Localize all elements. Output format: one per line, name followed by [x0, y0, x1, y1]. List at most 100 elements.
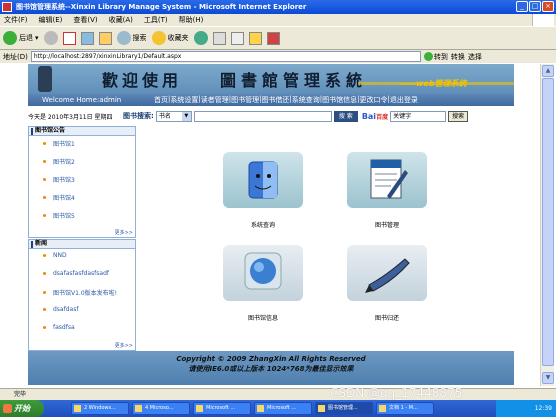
toolbar: 后退 ▾ 搜索 收藏夹 — [0, 26, 556, 50]
nav-settings[interactable]: 系统设置 — [170, 95, 198, 105]
baidu-search-input[interactable]: 关键字 — [390, 110, 447, 122]
windows-logo-icon — [532, 14, 554, 26]
list-item[interactable]: dsafasfasfdasfsadf — [43, 270, 109, 277]
stop-icon[interactable] — [62, 31, 76, 45]
menu-file[interactable]: 文件(F) — [4, 15, 28, 25]
scroll-down-icon[interactable]: ▼ — [542, 372, 554, 384]
taskbar-item[interactable]: Microsoft ... — [254, 402, 312, 415]
back-button[interactable]: 后退 ▾ — [3, 31, 39, 45]
nav-readers[interactable]: 读者管理 — [201, 95, 229, 105]
news-more-link[interactable]: 更多>> — [115, 342, 133, 349]
book-return-tile[interactable] — [347, 245, 427, 301]
favorites-label: 收藏夹 — [167, 34, 189, 42]
go-arrow-icon — [423, 52, 433, 61]
nav-logout[interactable]: 退出登录 — [390, 95, 418, 105]
status-bar: 完毕 — [0, 388, 556, 400]
folder-icon[interactable] — [248, 31, 262, 45]
close-button[interactable]: × — [542, 1, 554, 12]
book-search-input[interactable] — [193, 110, 332, 122]
globe-icon — [244, 252, 282, 290]
list-item[interactable]: dsafdasf — [43, 306, 78, 313]
nav-bar: Welcome Home:admin 首页 | 系统设置 | 读者管理 | 图书管理 |… — [28, 94, 514, 106]
news-title: 新闻 — [35, 240, 48, 247]
bullet-icon — [43, 142, 46, 145]
taskbar-item[interactable]: 图书馆管理... — [315, 402, 373, 415]
list-item[interactable]: NND — [43, 252, 67, 259]
tile-caption[interactable]: 图书管理 — [347, 220, 427, 229]
vertical-scrollbar[interactable]: ▲ ▼ — [540, 64, 554, 386]
scroll-up-icon[interactable]: ▲ — [542, 65, 554, 77]
menu-favorites[interactable]: 收藏(A) — [109, 15, 133, 25]
menu-help[interactable]: 帮助(H) — [179, 15, 204, 25]
back-label: 后退 — [19, 34, 33, 42]
taskbar-item[interactable]: Microsoft ... — [193, 402, 251, 415]
taskbar-item[interactable]: 文档 1 - M... — [376, 402, 434, 415]
nav-library-info[interactable]: 图书馆信息 — [322, 95, 357, 105]
book-management-tile[interactable] — [347, 152, 427, 208]
select-button[interactable]: 选择 — [468, 52, 482, 62]
search-icon — [116, 31, 131, 45]
list-item[interactable]: 图书馆4 — [43, 193, 75, 202]
start-button[interactable]: 开始 — [0, 400, 44, 417]
minimize-button[interactable]: _ — [516, 1, 528, 12]
list-item[interactable]: 图书馆2 — [43, 157, 75, 166]
bullet-icon — [43, 214, 46, 217]
pen-icon — [365, 258, 410, 293]
nav-borrow-return[interactable]: 图书借还 — [261, 95, 289, 105]
menu-tools[interactable]: 工具(T) — [144, 15, 168, 25]
nav-home[interactable]: 首页 — [154, 95, 168, 105]
address-input[interactable]: http://localhost:2897/xinxinLibrary1/Def… — [30, 51, 421, 62]
book-search-button[interactable]: 搜 索 — [333, 110, 358, 122]
go-button[interactable]: 转到 — [423, 52, 448, 62]
tile-caption[interactable]: 系统查询 — [223, 220, 303, 229]
bullet-icon — [43, 178, 46, 181]
home-icon[interactable] — [98, 31, 112, 45]
nav-books[interactable]: 图书管理 — [231, 95, 259, 105]
site-banner: 歡迎使用 圖書館管理系統 ——web管理系统 — [28, 64, 514, 94]
bullet-icon — [43, 160, 46, 163]
refresh-icon[interactable] — [80, 31, 94, 45]
print-icon[interactable] — [230, 31, 244, 45]
back-arrow-icon — [3, 31, 17, 45]
clock: 12:39 — [534, 405, 552, 412]
messenger-icon[interactable] — [266, 31, 280, 45]
maximize-button[interactable]: □ — [529, 1, 541, 12]
bullet-icon — [43, 196, 46, 199]
search-field-value: 书名 — [158, 112, 171, 120]
library-logo — [38, 66, 52, 92]
nav-query[interactable]: 系统查询 — [292, 95, 320, 105]
search-field-select[interactable]: 书名 ▼ — [155, 110, 192, 122]
copyright-text: Copyright © 2009 ZhangXin All Rights Res… — [176, 355, 366, 363]
banner-system-name: 圖書館管理系統 — [220, 71, 368, 90]
star-icon — [151, 31, 166, 45]
watermark: CSDN @qq_17448875 — [330, 386, 463, 400]
menu-view[interactable]: 查看(V) — [73, 15, 97, 25]
announcement-more-link[interactable]: 更多>> — [115, 229, 133, 236]
favorites-button[interactable]: 收藏夹 — [151, 31, 189, 45]
mac-finder-icon — [248, 161, 278, 199]
media-icon[interactable] — [193, 31, 208, 45]
mail-icon[interactable] — [212, 31, 226, 45]
scroll-thumb[interactable] — [542, 78, 554, 366]
taskbar-item[interactable]: 2 Windows... — [71, 402, 129, 415]
menu-edit[interactable]: 编辑(E) — [39, 15, 63, 25]
list-item[interactable]: 图书馆V1.0版本发布啦! — [43, 288, 117, 297]
ie-icon — [318, 405, 325, 412]
list-item[interactable]: 图书馆3 — [43, 175, 75, 184]
library-info-tile[interactable] — [223, 245, 303, 301]
tile-caption[interactable]: 图书馆信息 — [223, 313, 303, 322]
list-item[interactable]: fasdfsa — [43, 324, 75, 331]
list-item[interactable]: 图书馆5 — [43, 211, 75, 220]
bullet-icon — [43, 291, 46, 294]
app-icon — [257, 405, 264, 412]
list-item[interactable]: 图书馆1 — [43, 139, 75, 148]
taskbar-item[interactable]: 4 Microso... — [132, 402, 190, 415]
tile-caption[interactable]: 图书归还 — [347, 313, 427, 322]
system-query-tile[interactable] — [223, 152, 303, 208]
forward-button[interactable] — [43, 31, 58, 45]
nav-change-password[interactable]: 更改口令 — [360, 95, 388, 105]
baidu-search-button[interactable]: 搜索 — [448, 110, 469, 122]
links-button[interactable]: 转换 — [451, 52, 465, 62]
app-icon — [135, 405, 142, 412]
search-button[interactable]: 搜索 — [116, 31, 147, 45]
